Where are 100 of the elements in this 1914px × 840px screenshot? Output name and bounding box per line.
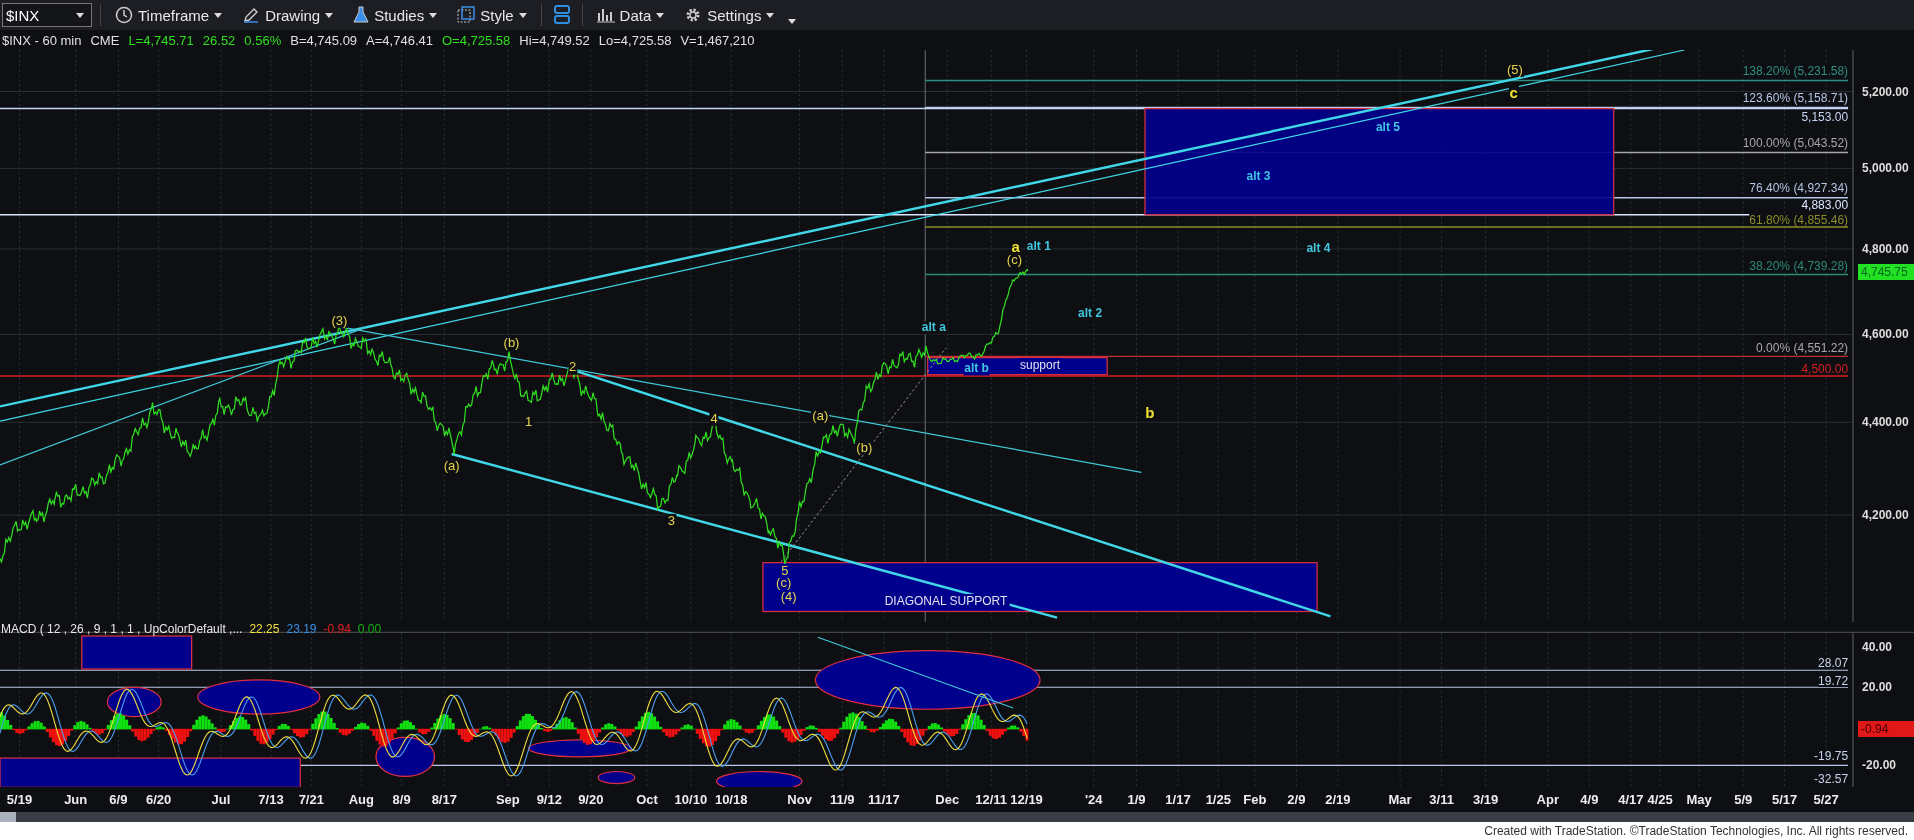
time-axis-label: 2/9: [1287, 792, 1306, 807]
time-axis-label: Jul: [211, 792, 231, 807]
wave-label: b: [1144, 404, 1156, 421]
level-label: 4,500.00: [1801, 362, 1849, 375]
square-icon: [457, 6, 476, 24]
price-axis-label: 4,800.00: [1862, 242, 1909, 256]
time-axis-label: 5/27: [1813, 792, 1839, 807]
flask-icon: [353, 6, 370, 24]
time-axis-label: 4/9: [1580, 792, 1599, 807]
time-axis-label: 11/9: [830, 792, 855, 807]
time-axis-label: 12/11: [975, 792, 1008, 807]
time-axis-label: 4/17: [1618, 792, 1644, 807]
wave-label: (a): [811, 409, 830, 424]
time-axis-label: May: [1686, 792, 1712, 807]
ask-price: A=4,746.41: [366, 32, 433, 48]
toolbar-button[interactable]: Studies: [347, 4, 444, 26]
clock-icon: [115, 6, 133, 24]
caret-icon: [766, 12, 775, 18]
volume-value: V=1,467,210: [680, 32, 755, 48]
net-change: 26.52: [202, 32, 236, 48]
toolbar-button[interactable]: Style: [451, 4, 533, 26]
time-axis-label: 10/18: [714, 792, 748, 807]
time-axis-label: 8/17: [431, 792, 457, 807]
wave-label: (b): [502, 335, 521, 351]
low-price: Lo=4,725.58: [598, 32, 672, 48]
time-axis-label: Apr: [1536, 792, 1559, 807]
time-axis-label: 4/25: [1647, 792, 1673, 807]
indicator-value: -0.94: [323, 622, 351, 636]
high-price: Hi=4,749.52: [519, 32, 590, 48]
level-label: 28.07: [1818, 656, 1849, 669]
bar-chart-icon: [596, 7, 615, 23]
scrollbar-thumb[interactable]: [0, 812, 16, 822]
time-axis-label: 1/17: [1165, 792, 1191, 807]
copyright-text: Created with TradeStation. ©TradeStation Technologies, Inc. All rights reserved.: [1484, 824, 1908, 838]
toolbar-button[interactable]: Data: [590, 4, 671, 26]
indicator-title: MACD ( 12 , 26 , 9 , 1 , 1 , UpColorDefault ,...: [1, 622, 243, 636]
level-label: -19.75: [1814, 749, 1849, 762]
time-axis-label: 1/25: [1205, 792, 1231, 807]
level-label: 19.72: [1818, 675, 1849, 688]
time-axis-label: Feb: [1243, 792, 1267, 807]
time-axis-label: 2/19: [1325, 792, 1351, 807]
toolbar-button[interactable]: Timeframe: [109, 4, 229, 26]
wave-label: (5): [1505, 62, 1524, 77]
caret-icon: [518, 12, 527, 18]
time-axis-label: 7/21: [298, 792, 324, 807]
caret-icon: [76, 12, 84, 18]
caret-icon: [656, 12, 665, 18]
price-axis-label: 4,200.00: [1862, 508, 1909, 523]
time-axis-label: 1/9: [1127, 792, 1146, 807]
wave-label: (c): [1005, 252, 1023, 268]
wave-label: alt a: [920, 321, 947, 335]
time-axis-label: 3/11: [1429, 792, 1454, 807]
time-axis-label: 9/20: [578, 792, 604, 807]
indicator-value: 22.25: [249, 622, 280, 636]
macd-axis-label: 40.00: [1862, 640, 1893, 654]
wave-label: alt 2: [1077, 307, 1104, 321]
symbol-label: $INX - 60 min: [2, 32, 82, 48]
price-axis-label: 4,400.00: [1862, 415, 1909, 430]
price-axis-label: 5,200.00: [1862, 84, 1909, 99]
highlight-ellipse: [375, 736, 436, 777]
toolbar-button[interactable]: Settings: [678, 4, 781, 26]
time-axis-label: Aug: [348, 792, 374, 807]
highlight-ellipse: [597, 770, 636, 785]
wave-label: (b): [855, 440, 874, 456]
time-axis-label: 11/17: [867, 792, 900, 807]
time-axis-label: Oct: [636, 792, 658, 807]
level-label: 138.20% (5,231.58): [1742, 64, 1849, 77]
symbol-input[interactable]: $INX: [6, 6, 76, 24]
wave-label: alt 1: [1025, 239, 1052, 254]
time-axis-label: 6/20: [146, 792, 172, 807]
level-label: 76.40% (4,927.34): [1749, 181, 1849, 194]
time-axis-label: 10/10: [674, 792, 708, 807]
layout-icon[interactable]: [553, 5, 570, 25]
exchange-label: CME: [90, 32, 120, 48]
time-axis-label: 5/19: [6, 792, 33, 807]
symbol-field[interactable]: $INX: [2, 3, 92, 27]
open-price: O=4,725.58: [442, 32, 511, 48]
time-axis-label: Mar: [1388, 792, 1412, 807]
caret-icon: [214, 12, 223, 18]
indicator-value: 23.19: [286, 622, 317, 636]
price-axis-label: 4,600.00: [1862, 327, 1909, 342]
level-label: 61.80% (4,855.46): [1749, 213, 1849, 226]
level-label: -32.57: [1814, 772, 1849, 785]
toolbar-button[interactable]: Drawing: [236, 4, 340, 26]
wave-label: (a): [442, 459, 461, 474]
wave-label: c: [1508, 84, 1519, 101]
time-axis-label: 5/9: [1734, 792, 1753, 807]
highlight-ellipse: [106, 686, 162, 718]
level-label: 5,153.00: [1801, 111, 1849, 124]
caret-icon[interactable]: [788, 18, 797, 24]
time-axis-label: 3/19: [1472, 792, 1499, 807]
wave-label: 2: [567, 360, 578, 375]
time-axis-label: 7/13: [258, 792, 284, 807]
wave-label: alt 5: [1374, 121, 1401, 135]
time-axis-label: 9/12: [536, 792, 562, 807]
time-axis-label: Sep: [495, 792, 520, 807]
caret-icon: [429, 12, 438, 18]
wave-label: alt b: [963, 362, 990, 376]
wave-label: (c): [775, 576, 793, 591]
macd-axis-label: 20.00: [1862, 680, 1893, 695]
